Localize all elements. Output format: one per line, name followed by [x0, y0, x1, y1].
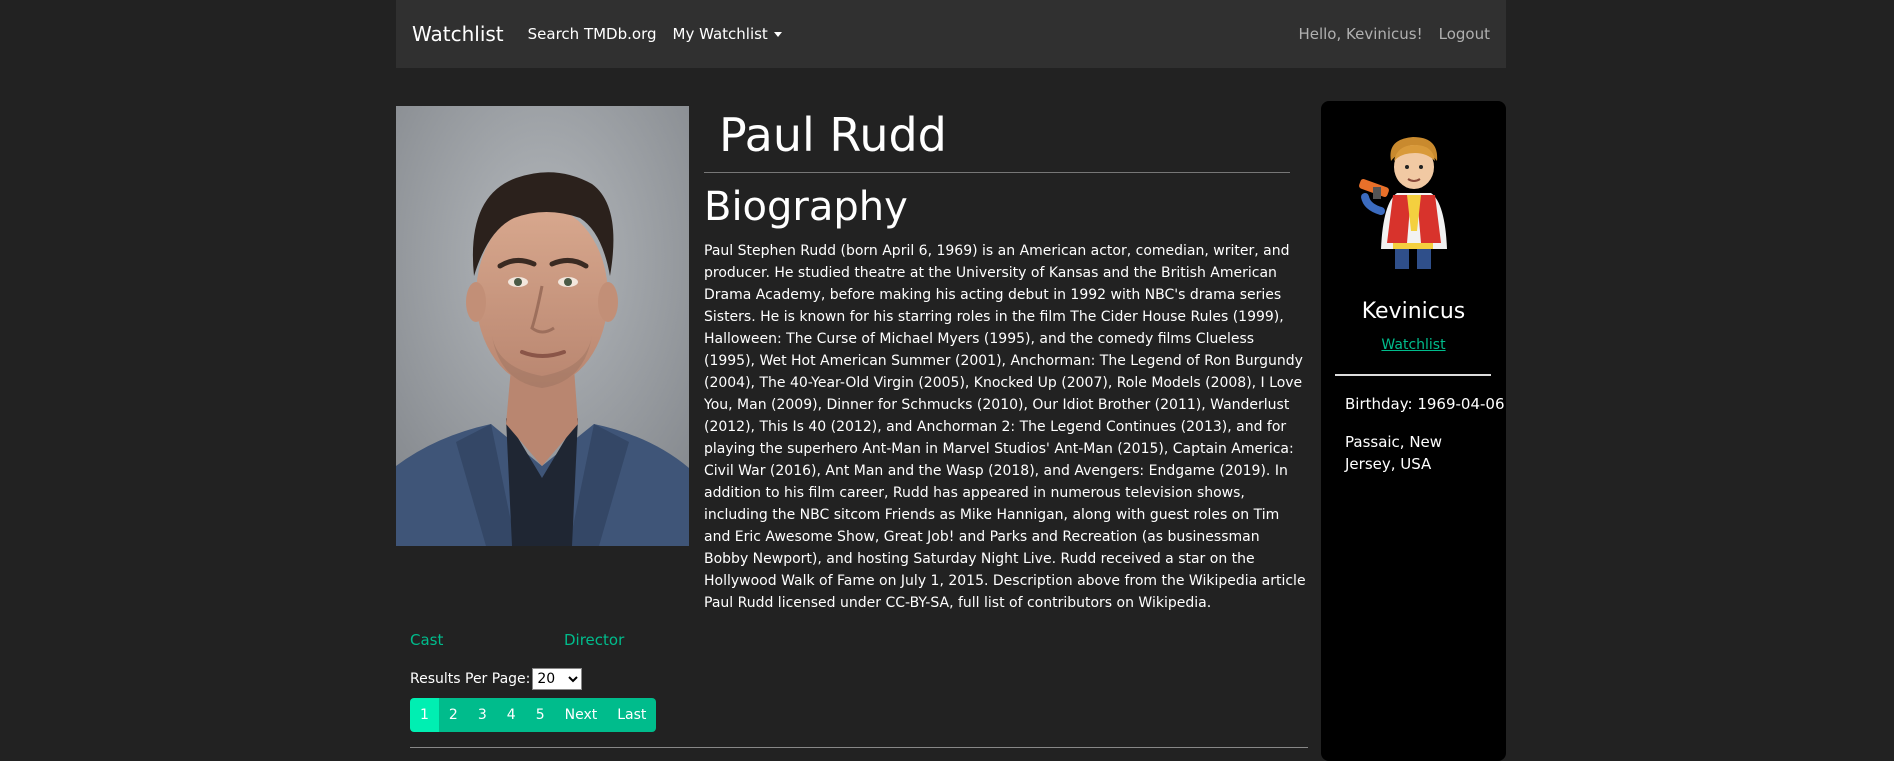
page-button-5[interactable]: 5 — [525, 698, 555, 732]
page-button-1[interactable]: 1 — [410, 698, 439, 732]
page-button-3[interactable]: 3 — [467, 698, 497, 732]
chevron-down-icon — [773, 32, 782, 37]
user-avatar-icon — [1359, 137, 1447, 269]
my-watchlist-dropdown[interactable]: My Watchlist — [673, 25, 782, 43]
sidebar-divider — [1335, 374, 1491, 376]
top-navbar: Watchlist Search TMDb.org My Watchlist H… — [396, 0, 1506, 68]
sidebar-watchlist-link[interactable]: Watchlist — [1321, 337, 1506, 353]
biography-text: Paul Stephen Rudd (born April 6, 1969) i… — [704, 243, 1306, 611]
tab-director[interactable]: Director — [564, 631, 624, 649]
nav-right-group: Hello, Kevinicus! Logout — [1282, 25, 1490, 43]
user-sidebar: Kevinicus Watchlist Birthday: 1969-04-06… — [1321, 101, 1506, 761]
results-per-page-label: Results Per Page: — [410, 671, 531, 687]
logout-link[interactable]: Logout — [1439, 25, 1490, 43]
greeting-link[interactable]: Hello, Kevinicus! — [1298, 25, 1422, 43]
sidebar-username: Kevinicus — [1361, 299, 1466, 324]
tab-cast[interactable]: Cast — [410, 631, 443, 649]
pagination: 1 2 3 4 5 Next Last — [410, 698, 657, 732]
person-name: Paul Rudd — [719, 108, 947, 162]
page-button-4[interactable]: 4 — [496, 698, 526, 732]
bottom-divider — [410, 747, 1308, 748]
brand-link[interactable]: Watchlist — [412, 22, 504, 46]
last-page-button[interactable]: Last — [607, 698, 657, 732]
page-button-2[interactable]: 2 — [438, 698, 468, 732]
results-per-page-select[interactable]: 20 — [532, 668, 583, 690]
biography-heading: Biography — [704, 184, 908, 230]
person-photo-icon — [396, 106, 689, 546]
my-watchlist-label: My Watchlist — [672, 25, 768, 43]
next-page-button[interactable]: Next — [554, 698, 608, 732]
profile-photo — [396, 106, 689, 546]
sidebar-place-of-birth: Passaic, New Jersey, USA — [1345, 433, 1443, 473]
search-tmdb-link[interactable]: Search TMDb.org — [528, 25, 657, 43]
name-divider — [704, 172, 1290, 173]
sidebar-birthday: Birthday: 1969-04-06 — [1345, 395, 1505, 413]
results-per-page: Results Per Page: 20 — [410, 668, 583, 690]
